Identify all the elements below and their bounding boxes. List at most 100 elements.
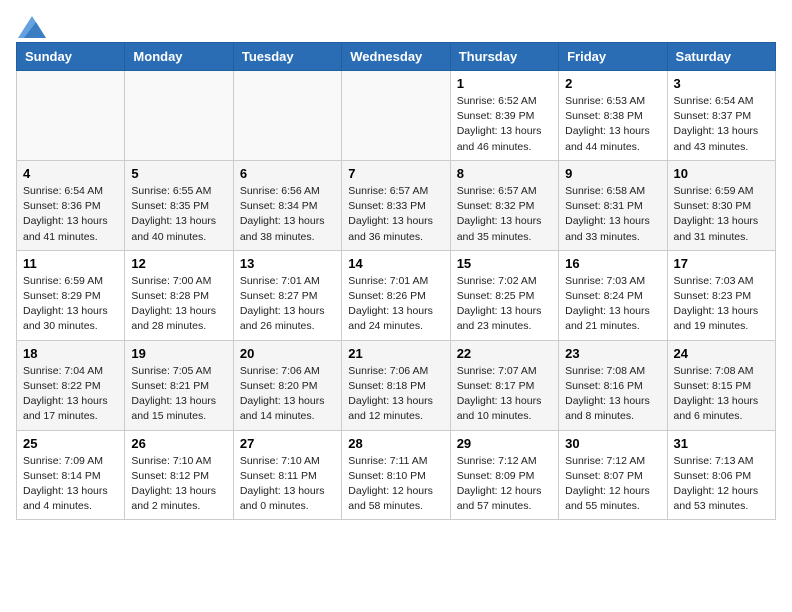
day-cell: 26 Sunrise: 7:10 AMSunset: 8:12 PMDayligh…: [125, 430, 233, 520]
weekday-header-wednesday: Wednesday: [342, 43, 450, 71]
day-info: Sunrise: 6:53 AMSunset: 8:38 PMDaylight:…: [565, 94, 660, 155]
day-cell: 28 Sunrise: 7:11 AMSunset: 8:10 PMDayligh…: [342, 430, 450, 520]
calendar-table: SundayMondayTuesdayWednesdayThursdayFrid…: [16, 42, 776, 520]
day-cell: [125, 71, 233, 161]
day-cell: 2 Sunrise: 6:53 AMSunset: 8:38 PMDaylight…: [559, 71, 667, 161]
day-cell: 16 Sunrise: 7:03 AMSunset: 8:24 PMDayligh…: [559, 250, 667, 340]
day-number: 2: [565, 76, 660, 91]
weekday-header-friday: Friday: [559, 43, 667, 71]
logo-icon: [18, 16, 46, 38]
day-number: 25: [23, 436, 118, 451]
day-info: Sunrise: 7:12 AMSunset: 8:09 PMDaylight:…: [457, 454, 552, 515]
day-info: Sunrise: 7:02 AMSunset: 8:25 PMDaylight:…: [457, 274, 552, 335]
day-number: 27: [240, 436, 335, 451]
day-number: 1: [457, 76, 552, 91]
day-cell: [342, 71, 450, 161]
day-cell: 10Sunrise: 6:59 AMSunset: 8:30 PMDayligh…: [667, 160, 775, 250]
day-number: 9: [565, 166, 660, 181]
day-number: 6: [240, 166, 335, 181]
day-number: 31: [674, 436, 769, 451]
day-number: 23: [565, 346, 660, 361]
day-number: 16: [565, 256, 660, 271]
day-info: Sunrise: 6:55 AMSunset: 8:35 PMDaylight:…: [131, 184, 226, 245]
day-number: 19: [131, 346, 226, 361]
day-cell: 23 Sunrise: 7:08 AMSunset: 8:16 PMDayligh…: [559, 340, 667, 430]
day-number: 29: [457, 436, 552, 451]
day-info: Sunrise: 6:54 AMSunset: 8:36 PMDaylight:…: [23, 184, 118, 245]
day-info: Sunrise: 7:07 AMSunset: 8:17 PMDaylight:…: [457, 364, 552, 425]
day-cell: 6Sunrise: 6:56 AMSunset: 8:34 PMDaylight…: [233, 160, 341, 250]
day-number: 24: [674, 346, 769, 361]
day-info: Sunrise: 7:01 AMSunset: 8:26 PMDaylight:…: [348, 274, 443, 335]
day-cell: [233, 71, 341, 161]
day-cell: 15 Sunrise: 7:02 AMSunset: 8:25 PMDayligh…: [450, 250, 558, 340]
day-cell: 14 Sunrise: 7:01 AMSunset: 8:26 PMDayligh…: [342, 250, 450, 340]
day-cell: 25 Sunrise: 7:09 AMSunset: 8:14 PMDayligh…: [17, 430, 125, 520]
week-row-4: 18 Sunrise: 7:04 AMSunset: 8:22 PMDayligh…: [17, 340, 776, 430]
day-number: 20: [240, 346, 335, 361]
day-info: Sunrise: 7:10 AMSunset: 8:11 PMDaylight:…: [240, 454, 335, 515]
day-number: 14: [348, 256, 443, 271]
day-cell: 18 Sunrise: 7:04 AMSunset: 8:22 PMDayligh…: [17, 340, 125, 430]
day-info: Sunrise: 7:08 AMSunset: 8:15 PMDaylight:…: [674, 364, 769, 425]
day-info: Sunrise: 7:00 AMSunset: 8:28 PMDaylight:…: [131, 274, 226, 335]
day-info: Sunrise: 7:05 AMSunset: 8:21 PMDaylight:…: [131, 364, 226, 425]
day-cell: 30 Sunrise: 7:12 AMSunset: 8:07 PMDayligh…: [559, 430, 667, 520]
day-number: 12: [131, 256, 226, 271]
day-number: 30: [565, 436, 660, 451]
day-cell: 24 Sunrise: 7:08 AMSunset: 8:15 PMDayligh…: [667, 340, 775, 430]
day-number: 21: [348, 346, 443, 361]
week-row-1: 1 Sunrise: 6:52 AMSunset: 8:39 PMDaylight…: [17, 71, 776, 161]
day-number: 18: [23, 346, 118, 361]
day-number: 26: [131, 436, 226, 451]
day-info: Sunrise: 6:59 AMSunset: 8:30 PMDaylight:…: [674, 184, 769, 245]
day-info: Sunrise: 7:01 AMSunset: 8:27 PMDaylight:…: [240, 274, 335, 335]
weekday-header-thursday: Thursday: [450, 43, 558, 71]
day-info: Sunrise: 7:03 AMSunset: 8:24 PMDaylight:…: [565, 274, 660, 335]
day-cell: 11 Sunrise: 6:59 AMSunset: 8:29 PMDayligh…: [17, 250, 125, 340]
day-info: Sunrise: 7:11 AMSunset: 8:10 PMDaylight:…: [348, 454, 443, 515]
day-cell: 13 Sunrise: 7:01 AMSunset: 8:27 PMDayligh…: [233, 250, 341, 340]
day-info: Sunrise: 7:03 AMSunset: 8:23 PMDaylight:…: [674, 274, 769, 335]
day-cell: 3 Sunrise: 6:54 AMSunset: 8:37 PMDaylight…: [667, 71, 775, 161]
day-number: 17: [674, 256, 769, 271]
week-row-5: 25 Sunrise: 7:09 AMSunset: 8:14 PMDayligh…: [17, 430, 776, 520]
day-info: Sunrise: 6:57 AMSunset: 8:32 PMDaylight:…: [457, 184, 552, 245]
day-number: 8: [457, 166, 552, 181]
week-row-3: 11 Sunrise: 6:59 AMSunset: 8:29 PMDayligh…: [17, 250, 776, 340]
week-row-2: 4 Sunrise: 6:54 AMSunset: 8:36 PMDaylight…: [17, 160, 776, 250]
weekday-header-tuesday: Tuesday: [233, 43, 341, 71]
day-info: Sunrise: 6:54 AMSunset: 8:37 PMDaylight:…: [674, 94, 769, 155]
day-info: Sunrise: 7:06 AMSunset: 8:18 PMDaylight:…: [348, 364, 443, 425]
day-info: Sunrise: 7:09 AMSunset: 8:14 PMDaylight:…: [23, 454, 118, 515]
day-info: Sunrise: 6:52 AMSunset: 8:39 PMDaylight:…: [457, 94, 552, 155]
day-cell: 8 Sunrise: 6:57 AMSunset: 8:32 PMDaylight…: [450, 160, 558, 250]
day-info: Sunrise: 7:13 AMSunset: 8:06 PMDaylight:…: [674, 454, 769, 515]
day-info: Sunrise: 7:04 AMSunset: 8:22 PMDaylight:…: [23, 364, 118, 425]
logo: [16, 16, 46, 34]
day-number: 4: [23, 166, 118, 181]
page-header: [16, 16, 776, 34]
day-cell: 19 Sunrise: 7:05 AMSunset: 8:21 PMDayligh…: [125, 340, 233, 430]
day-info: Sunrise: 7:10 AMSunset: 8:12 PMDaylight:…: [131, 454, 226, 515]
day-info: Sunrise: 7:12 AMSunset: 8:07 PMDaylight:…: [565, 454, 660, 515]
day-number: 13: [240, 256, 335, 271]
day-cell: 27 Sunrise: 7:10 AMSunset: 8:11 PMDayligh…: [233, 430, 341, 520]
day-cell: 31 Sunrise: 7:13 AMSunset: 8:06 PMDayligh…: [667, 430, 775, 520]
day-info: Sunrise: 6:57 AMSunset: 8:33 PMDaylight:…: [348, 184, 443, 245]
day-info: Sunrise: 7:08 AMSunset: 8:16 PMDaylight:…: [565, 364, 660, 425]
day-info: Sunrise: 7:06 AMSunset: 8:20 PMDaylight:…: [240, 364, 335, 425]
weekday-header-saturday: Saturday: [667, 43, 775, 71]
day-info: Sunrise: 6:59 AMSunset: 8:29 PMDaylight:…: [23, 274, 118, 335]
day-cell: 5Sunrise: 6:55 AMSunset: 8:35 PMDaylight…: [125, 160, 233, 250]
day-cell: 20 Sunrise: 7:06 AMSunset: 8:20 PMDayligh…: [233, 340, 341, 430]
day-number: 11: [23, 256, 118, 271]
day-cell: [17, 71, 125, 161]
day-number: 3: [674, 76, 769, 91]
day-cell: 12 Sunrise: 7:00 AMSunset: 8:28 PMDayligh…: [125, 250, 233, 340]
day-number: 28: [348, 436, 443, 451]
day-cell: 21 Sunrise: 7:06 AMSunset: 8:18 PMDayligh…: [342, 340, 450, 430]
day-cell: 7Sunrise: 6:57 AMSunset: 8:33 PMDaylight…: [342, 160, 450, 250]
weekday-header-sunday: Sunday: [17, 43, 125, 71]
day-number: 15: [457, 256, 552, 271]
